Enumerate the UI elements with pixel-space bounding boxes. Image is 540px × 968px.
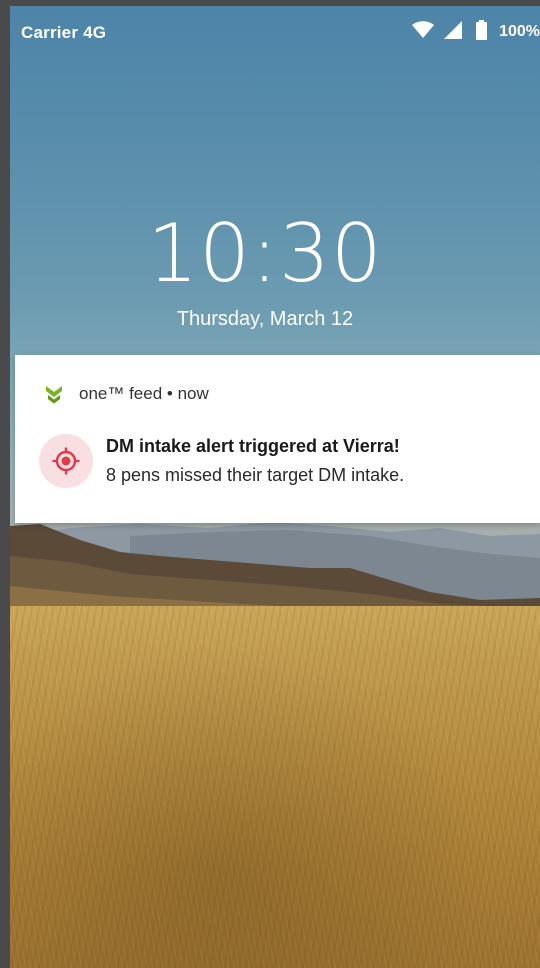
wallpaper-grass-shade	[10, 606, 540, 968]
notification-body: DM intake alert triggered at Vierra! 8 p…	[39, 431, 530, 491]
notification-header: one™ feed • now	[43, 383, 209, 405]
battery-percent: 100%	[499, 23, 540, 40]
cell-signal-icon	[444, 21, 463, 43]
notification-card[interactable]: one™ feed • now DM intake alert triggere…	[15, 355, 540, 523]
notification-app-label: one™ feed • now	[79, 384, 209, 403]
lock-screen: Carrier 4G 100% 10:30 Thursday, March 12…	[10, 6, 540, 968]
lock-date: Thursday, March 12	[176, 308, 354, 330]
lock-clock: 10:30	[147, 207, 383, 300]
notification-text: 8 pens missed their target DM intake.	[106, 465, 405, 485]
status-bar: Carrier 4G 100%	[10, 6, 540, 58]
battery-icon	[476, 20, 488, 44]
one-feed-app-icon	[43, 383, 65, 405]
target-icon	[39, 434, 93, 488]
status-icons: 100%	[412, 20, 540, 44]
carrier-label: Carrier 4G	[21, 23, 107, 42]
notification-title: DM intake alert triggered at Vierra!	[106, 436, 400, 456]
wifi-icon	[412, 21, 435, 43]
device-frame: Carrier 4G 100% 10:30 Thursday, March 12…	[0, 0, 540, 968]
